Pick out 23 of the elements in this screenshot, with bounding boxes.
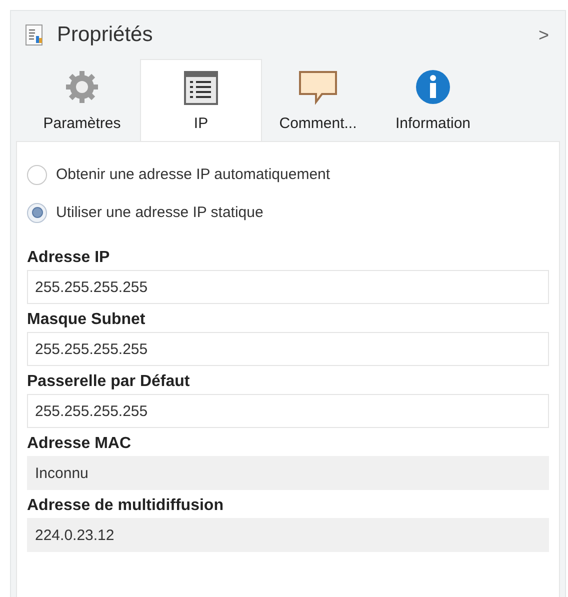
field-label: Passerelle par Défaut <box>27 372 191 392</box>
input-field[interactable]: 255.255.255.255 <box>27 332 549 366</box>
tab[interactable]: Information <box>374 59 492 141</box>
radio-label: Obtenir une adresse IP automatiquement <box>56 165 330 185</box>
radio-label: Utiliser une adresse IP statique <box>56 202 264 222</box>
collapse-button[interactable]: > <box>538 22 549 48</box>
panel-title: Propriétés <box>57 22 153 48</box>
tab[interactable]: Paramètres <box>24 59 140 141</box>
tab[interactable]: IP <box>140 59 262 141</box>
info-icon <box>415 68 451 104</box>
field-label: Adresse IP <box>27 248 111 268</box>
input-field[interactable]: 255.255.255.255 <box>27 270 549 304</box>
speech-bubble-icon <box>298 68 338 104</box>
field-label: Adresse de multidiffusion <box>27 496 224 516</box>
radio-button[interactable] <box>27 202 47 223</box>
field-label: Adresse MAC <box>27 434 132 454</box>
input-field[interactable]: 255.255.255.255 <box>27 394 549 428</box>
properties-document-icon <box>25 24 45 46</box>
radio-button[interactable] <box>27 165 47 186</box>
tab[interactable]: Comment... <box>262 59 374 141</box>
field-label: Masque Subnet <box>27 310 146 330</box>
gear-icon <box>64 68 100 104</box>
list-window-icon <box>184 70 218 104</box>
